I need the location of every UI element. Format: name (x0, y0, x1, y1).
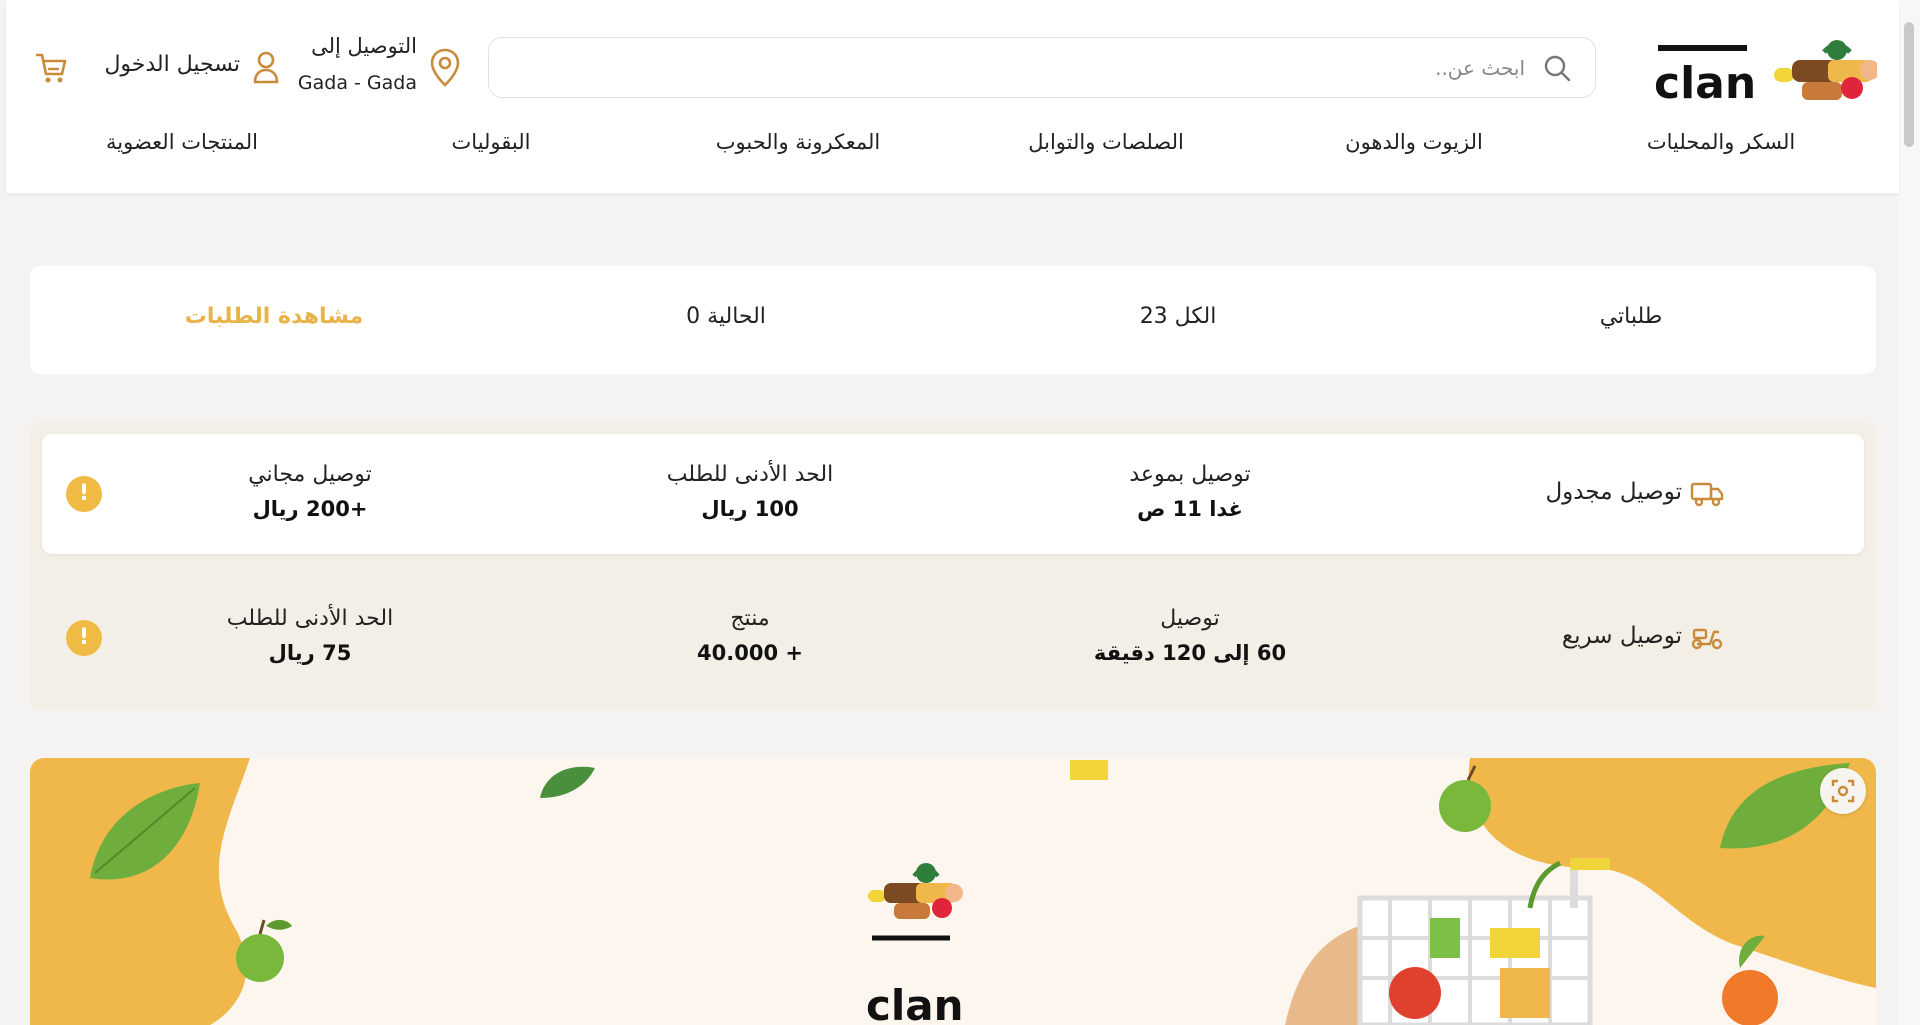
login-button[interactable]: تسجيل الدخول (90, 48, 280, 88)
orders-total: الكل 23 (1139, 304, 1217, 329)
scan-icon (1831, 779, 1855, 803)
free-delivery-value: +200 ريال (252, 497, 368, 521)
express-min-value: 75 ريال (268, 641, 352, 665)
search-input[interactable] (625, 38, 1525, 97)
orders-summary: طلباتي الكل 23 الحالية 0 مشاهدة الطلبات (30, 266, 1876, 374)
user-icon (253, 51, 279, 84)
express-products-label: منتج (730, 606, 770, 631)
express-time-label: توصيل (1160, 606, 1220, 631)
search-icon[interactable] (1543, 54, 1571, 82)
view-orders-link[interactable]: مشاهدة الطلبات (185, 304, 363, 329)
search-bar[interactable] (488, 37, 1596, 98)
cart-icon[interactable] (34, 50, 68, 84)
delivery-options: توصيل مجدول توصيل بموعد غدا 11 ص الحد ال… (30, 422, 1876, 710)
express-time-value: 60 إلى 120 دقيقة (1093, 641, 1287, 665)
apple-icon (236, 934, 284, 982)
orders-title: طلباتي (1599, 304, 1663, 329)
location-pin-icon (430, 48, 460, 87)
promo-banner[interactable]: clan (30, 758, 1876, 1025)
site-header: clan التوصيل إلى Gada - Gada تسجيل الدخو… (6, 0, 1899, 194)
page-scrollbar[interactable] (1898, 0, 1920, 1025)
banner-artwork: clan (30, 758, 1876, 1025)
logo-wordmark: clan (1654, 58, 1756, 105)
info-icon[interactable]: ! (66, 620, 102, 656)
free-delivery-label: توصيل مجاني (248, 462, 372, 487)
scheduled-time-value: غدا 11 ص (1137, 497, 1243, 521)
orders-current: الحالية 0 (686, 304, 766, 329)
scheduled-time-label: توصيل بموعد (1129, 462, 1251, 487)
truck-icon (1690, 482, 1724, 507)
category-legumes[interactable]: البقوليات (452, 130, 531, 154)
scrollbar-thumb[interactable] (1904, 22, 1914, 147)
scheduled-free-delivery: توصيل مجاني +200 ريال (248, 462, 372, 521)
express-time: توصيل 60 إلى 120 دقيقة (1094, 606, 1286, 665)
express-min-label: الحد الأدنى للطلب (226, 606, 394, 631)
scan-button[interactable] (1820, 768, 1866, 814)
svg-text:clan: clan (866, 981, 964, 1025)
banner-logo: clan (866, 863, 964, 1025)
express-products: منتج + 40.000 (697, 606, 803, 665)
brand-logo[interactable]: clan (1652, 30, 1880, 109)
scheduled-min-value: 100 ريال (701, 497, 799, 521)
location-value: Gada - Gada (297, 72, 417, 94)
express-delivery-row[interactable]: توصيل سريع توصيل 60 إلى 120 دقيقة منتج +… (42, 578, 1864, 698)
login-label: تسجيل الدخول (104, 52, 240, 77)
express-delivery-type: توصيل سريع (1561, 623, 1682, 649)
scheduled-delivery-row[interactable]: توصيل مجدول توصيل بموعد غدا 11 ص الحد ال… (42, 434, 1864, 554)
category-organic[interactable]: المنتجات العضوية (106, 130, 258, 154)
scheduled-time: توصيل بموعد غدا 11 ص (1129, 462, 1250, 521)
scheduled-min-order: الحد الأدنى للطلب 100 ريال (667, 462, 833, 521)
express-min-order: الحد الأدنى للطلب 75 ريال (227, 606, 393, 665)
category-sauces[interactable]: الصلصات والتوابل (1028, 130, 1184, 154)
scooter-icon (1691, 628, 1723, 650)
category-sugar[interactable]: السكر والمحليات (1647, 130, 1795, 154)
info-icon[interactable]: ! (66, 476, 102, 512)
delivery-location[interactable]: التوصيل إلى Gada - Gada (291, 34, 461, 102)
scheduled-min-label: الحد الأدنى للطلب (666, 462, 834, 487)
category-pasta[interactable]: المعكرونة والحبوب (716, 130, 881, 154)
category-oils[interactable]: الزيوت والدهون (1345, 130, 1483, 154)
location-title: التوصيل إلى (311, 34, 417, 58)
scheduled-delivery-type: توصيل مجدول (1545, 479, 1682, 505)
express-products-value: + 40.000 (697, 641, 803, 665)
